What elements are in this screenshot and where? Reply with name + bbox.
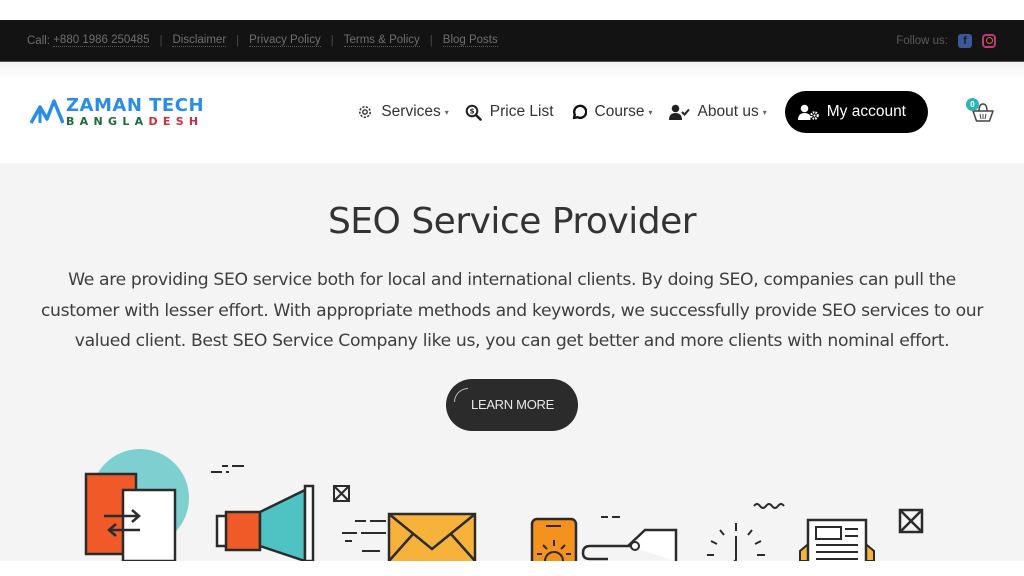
cart-count-badge: 0	[966, 98, 979, 111]
nav-course-label: Course	[594, 103, 645, 120]
hero-title: SEO Service Provider	[327, 201, 697, 242]
close-box-icon	[898, 508, 924, 534]
top-bar: Call: +880 1986 250485 | Disclaimer | Pr…	[0, 20, 1024, 62]
learn-more-label: LEARN MORE	[471, 397, 554, 412]
nav-course[interactable]: Course ▾	[570, 103, 653, 121]
gear-icon	[356, 103, 374, 121]
chat-bubble-icon	[570, 103, 588, 121]
social-links: Follow us: f	[896, 33, 996, 48]
chevron-down-icon: ▾	[762, 107, 767, 117]
user-cog-icon	[797, 104, 819, 120]
terms-policy-link[interactable]: Terms & Policy	[343, 34, 420, 47]
user-check-icon	[669, 103, 691, 121]
document-exchange-icon	[84, 449, 189, 561]
instagram-icon[interactable]	[982, 33, 996, 48]
logo-mark-icon	[30, 99, 64, 124]
nav-services[interactable]: Services ▾	[356, 103, 449, 121]
nav-about-us-label: About us	[697, 103, 759, 120]
top-gap	[0, 0, 1024, 20]
divider: |	[429, 34, 433, 47]
svg-text:$: $	[470, 107, 475, 115]
smartphone-icon	[530, 517, 578, 561]
close-box-icon	[333, 485, 350, 502]
loading-spinner-icon	[454, 387, 468, 402]
cart-button[interactable]: 0	[966, 98, 996, 123]
main-nav: Services ▾ $ Price List Course ▾ About u…	[340, 91, 996, 133]
privacy-policy-link[interactable]: Privacy Policy	[249, 34, 321, 47]
my-account-label: My account	[826, 103, 906, 120]
nav-services-label: Services	[381, 103, 441, 120]
divider: |	[236, 34, 240, 47]
divider: |	[159, 34, 163, 47]
facebook-icon[interactable]: f	[958, 33, 972, 48]
hero-section: SEO Service Provider We are providing SE…	[0, 163, 1024, 561]
newspaper-icon	[799, 518, 875, 561]
nav-price-list[interactable]: $ Price List	[465, 103, 554, 121]
chevron-down-icon: ▾	[444, 107, 449, 117]
phone-link[interactable]: +880 1986 250485	[53, 34, 150, 47]
divider: |	[330, 34, 334, 47]
hero-description: We are providing SEO service both for lo…	[40, 270, 984, 351]
megaphone-icon	[211, 465, 315, 561]
price-tag-icon	[581, 516, 678, 561]
logo-subtitle-green: BANGLA	[66, 115, 149, 128]
follow-label: Follow us:	[896, 34, 948, 47]
my-account-button[interactable]: My account	[784, 91, 928, 133]
learn-more-button[interactable]: LEARN MORE	[446, 378, 578, 431]
top-bar-links: Call: +880 1986 250485 | Disclaimer | Pr…	[27, 34, 498, 47]
clock-burst-icon	[707, 503, 785, 561]
disclaimer-link[interactable]: Disclaimer	[172, 34, 227, 47]
logo-title: ZAMAN TECH	[66, 95, 205, 116]
bottom-strip	[0, 561, 1024, 576]
logo-subtitle: BANGLADESH	[66, 116, 204, 127]
chevron-down-icon: ▾	[648, 107, 653, 117]
nav-price-list-label: Price List	[489, 103, 554, 120]
hero-illustration	[84, 449, 924, 561]
call-label: Call:	[27, 34, 51, 47]
search-dollar-icon: $	[465, 103, 483, 121]
envelope-icon	[342, 512, 477, 561]
blog-posts-link[interactable]: Blog Posts	[442, 34, 498, 47]
site-header: ZAMAN TECH BANGLADESH Services ▾ $ Price…	[0, 62, 1024, 162]
nav-about-us[interactable]: About us ▾	[669, 103, 767, 121]
logo[interactable]: ZAMAN TECH BANGLADESH	[30, 97, 204, 127]
logo-subtitle-red: DESH	[148, 115, 204, 128]
